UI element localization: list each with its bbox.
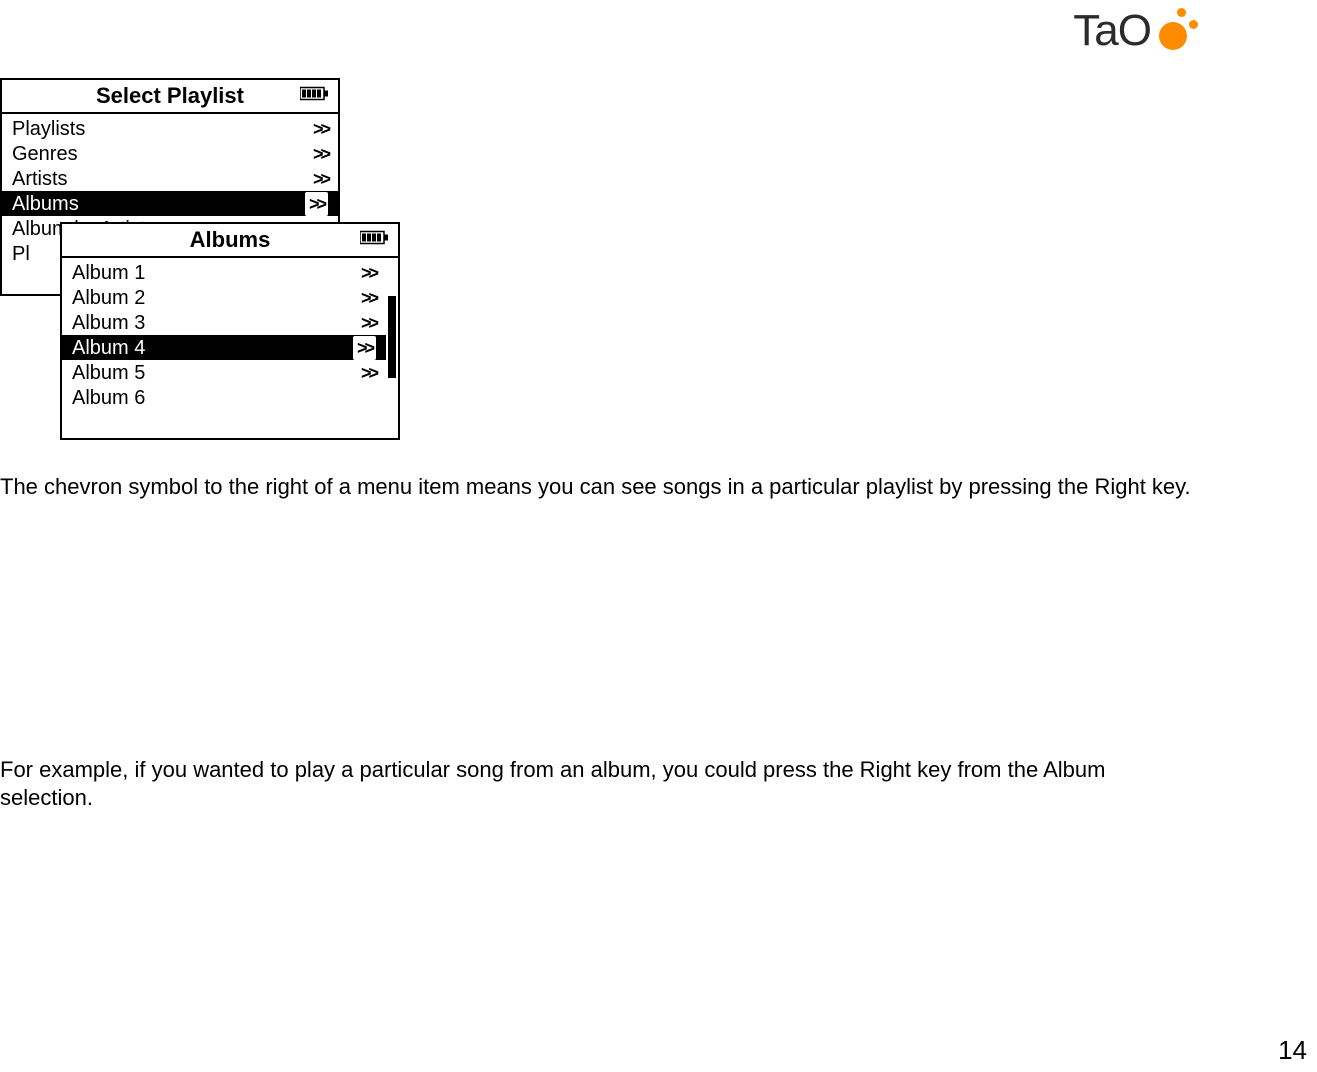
screen-header: Albums xyxy=(62,224,398,258)
chevron-right-icon: >> xyxy=(313,142,328,166)
menu-item-label: Album 3 xyxy=(72,311,145,335)
menu-item-label: Album 5 xyxy=(72,361,145,385)
menu-item-album-3[interactable]: Album 3 >> xyxy=(62,310,386,335)
menu-item-label: Genres xyxy=(12,142,78,166)
menu-item-album-5[interactable]: Album 5 >> xyxy=(62,360,386,385)
chevron-right-icon: >> xyxy=(361,286,376,310)
paragraph-example: For example, if you wanted to play a par… xyxy=(0,756,1200,812)
chevron-right-icon: >> xyxy=(305,192,328,216)
chevron-right-icon: >> xyxy=(361,361,376,385)
menu-item-album-2[interactable]: Album 2 >> xyxy=(62,285,386,310)
logo: TaO xyxy=(1073,6,1207,56)
chevron-right-icon: >> xyxy=(313,117,328,141)
screen-albums: Albums Album 1 >> Album 2 xyxy=(60,222,400,440)
menu-item-label: Album 6 xyxy=(72,386,145,410)
scrollbar[interactable] xyxy=(388,296,396,432)
menu-item-albums[interactable]: Albums >> xyxy=(2,191,338,216)
page-number: 14 xyxy=(1278,1035,1307,1066)
scrollbar-thumb[interactable] xyxy=(388,296,396,378)
screen-title: Albums xyxy=(190,227,271,253)
menu-item-album-6[interactable]: Album 6 xyxy=(62,385,386,410)
menu-item-label: Album 1 xyxy=(72,261,145,285)
paragraph-chevron-explanation: The chevron symbol to the right of a men… xyxy=(0,473,1317,501)
menu-item-label: Album 2 xyxy=(72,286,145,310)
menu-list: Album 1 >> Album 2 >> Album 3 >> Album 4… xyxy=(62,258,386,410)
menu-item-label: Pl xyxy=(12,242,30,266)
menu-item-playlists[interactable]: Playlists >> xyxy=(2,116,338,141)
chevron-right-icon: >> xyxy=(353,336,376,360)
menu-item-label: Artists xyxy=(12,167,68,191)
menu-item-artists[interactable]: Artists >> xyxy=(2,166,338,191)
battery-icon xyxy=(300,86,330,107)
menu-item-label: Playlists xyxy=(12,117,85,141)
menu-item-album-1[interactable]: Album 1 >> xyxy=(62,260,386,285)
logo-dots-icon xyxy=(1157,6,1207,56)
screen-header: Select Playlist xyxy=(2,80,338,114)
chevron-right-icon: >> xyxy=(361,261,376,285)
menu-item-genres[interactable]: Genres >> xyxy=(2,141,338,166)
menu-item-label: Albums xyxy=(12,192,79,216)
chevron-right-icon: >> xyxy=(361,311,376,335)
chevron-right-icon: >> xyxy=(313,167,328,191)
menu-item-label: Album 4 xyxy=(72,336,145,360)
screen-title: Select Playlist xyxy=(96,83,244,109)
menu-item-album-4[interactable]: Album 4 >> xyxy=(62,335,386,360)
battery-icon xyxy=(360,230,390,251)
logo-text: TaO xyxy=(1073,6,1151,56)
